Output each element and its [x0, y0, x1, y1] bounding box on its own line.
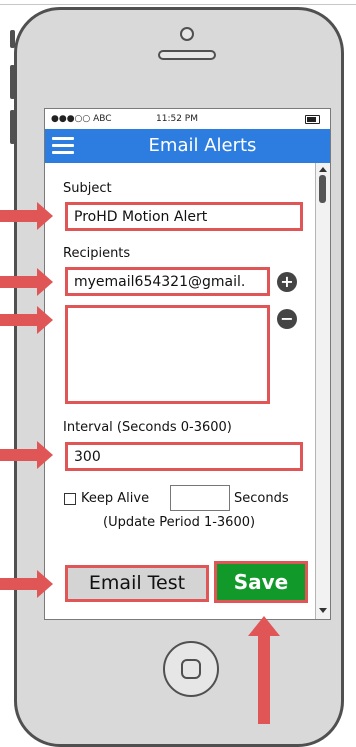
home-button-icon: [181, 659, 201, 679]
scroll-thumb[interactable]: [319, 175, 326, 203]
save-button[interactable]: Save: [214, 561, 308, 603]
subject-input[interactable]: ProHD Motion Alert: [65, 202, 303, 231]
recipients-list[interactable]: [65, 305, 270, 404]
interval-label: Interval (Seconds 0-3600): [63, 420, 232, 435]
remove-recipient-button[interactable]: −: [277, 309, 297, 329]
email-test-annotation-arrow: [0, 570, 53, 598]
keep-alive-label: Keep Alive: [81, 491, 150, 506]
interval-input[interactable]: 300: [65, 442, 303, 471]
scrollbar[interactable]: [315, 163, 330, 619]
top-rule: [0, 0, 356, 5]
recipient-annotation-arrow: [0, 268, 53, 296]
subject-label: Subject: [63, 181, 112, 196]
speaker-grille: [158, 50, 216, 60]
seconds-label: Seconds: [234, 491, 289, 506]
scroll-down-arrow-icon[interactable]: [319, 608, 327, 613]
home-button[interactable]: [163, 641, 219, 697]
add-recipient-button[interactable]: +: [277, 272, 297, 292]
status-time: 11:52 PM: [156, 114, 198, 124]
keep-alive-seconds-input[interactable]: [170, 485, 230, 511]
scroll-up-arrow-icon[interactable]: [319, 167, 327, 172]
update-period-label: (Update Period 1-3600): [103, 515, 256, 530]
volume-down-button: [10, 110, 15, 144]
battery-icon: [305, 115, 320, 124]
status-bar: ●●●○○ ABC 11:52 PM: [45, 109, 330, 129]
recipient-email-input[interactable]: myemail654321@gmail.: [65, 267, 270, 296]
subject-annotation-arrow: [0, 202, 53, 230]
recipients-label: Recipients: [63, 246, 131, 261]
carrier-signal: ●●●○○ ABC: [51, 114, 112, 124]
volume-up-button: [10, 65, 15, 99]
page-title: Email Alerts: [148, 135, 257, 156]
front-camera: [180, 27, 194, 41]
mute-switch: [10, 30, 15, 48]
app-screen: ●●●○○ ABC 11:52 PM Email Alerts Subject …: [44, 108, 331, 620]
keep-alive-checkbox[interactable]: [64, 493, 76, 505]
interval-annotation-arrow: [0, 441, 53, 469]
save-annotation-arrow: [248, 616, 280, 724]
email-test-button[interactable]: Email Test: [65, 565, 209, 602]
recipients-list-annotation-arrow: [0, 306, 53, 334]
nav-bar: Email Alerts: [45, 129, 330, 163]
